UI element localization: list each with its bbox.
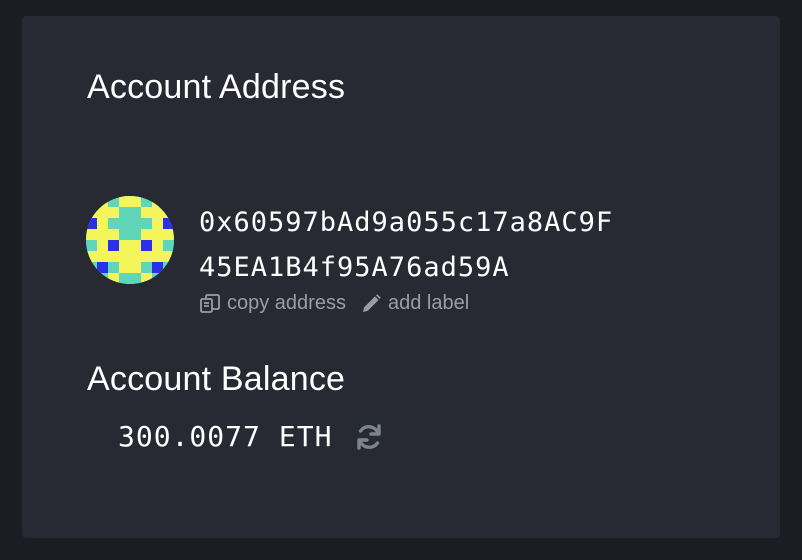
account-balance: 300.0077 ETH [118, 420, 384, 453]
refresh-icon [357, 423, 382, 450]
copy-address-label: copy address [227, 292, 346, 314]
balance-value: 300.0077 [118, 420, 261, 453]
add-label-label: add label [387, 292, 470, 314]
refresh-balance-button[interactable] [354, 422, 384, 452]
copy-address-button[interactable]: copy address [199, 292, 346, 315]
account-address-line1: 0x60597bAd9a055c17a8AC9F [199, 207, 614, 238]
account-address-line2: 45EA1B4f95A76ad59A [199, 252, 510, 283]
account-panel: Account Address 0x60597bAd9a055c17a8AC9F… [22, 16, 780, 538]
copy-icon [200, 293, 220, 313]
account-address[interactable]: 0x60597bAd9a055c17a8AC9F 45EA1B4f95A76ad… [199, 200, 613, 290]
address-actions: copy address add label [199, 292, 469, 315]
account-balance-heading: Account Balance [87, 360, 346, 398]
account-address-heading: Account Address [87, 68, 346, 106]
add-label-button[interactable]: add label [360, 292, 469, 315]
balance-unit: ETH [278, 420, 333, 453]
pencil-icon [362, 293, 381, 312]
identicon-avatar [86, 196, 174, 284]
